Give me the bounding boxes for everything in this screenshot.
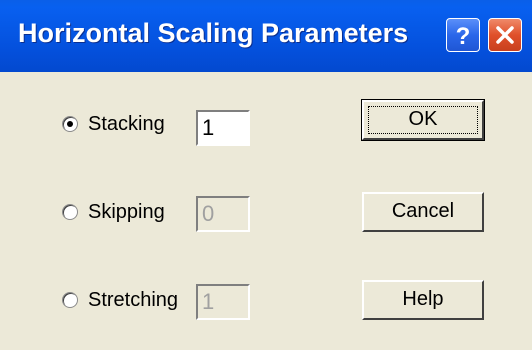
title-bar[interactable]: Horizontal Scaling Parameters ? [0, 0, 532, 72]
title-help-button[interactable]: ? [446, 18, 480, 52]
cancel-button[interactable]: Cancel [362, 192, 484, 232]
help-button-label: Help [402, 288, 444, 310]
stretching-input[interactable] [196, 284, 250, 320]
title-close-button[interactable] [488, 18, 522, 52]
label-skipping: Skipping [88, 201, 165, 223]
radio-stacking[interactable] [62, 116, 78, 132]
stacking-input[interactable] [196, 110, 250, 146]
radio-skipping[interactable] [62, 204, 78, 220]
svg-text:?: ? [456, 23, 471, 50]
label-stretching: Stretching [88, 289, 179, 311]
ok-button[interactable]: OK [361, 99, 485, 141]
label-stacking: Stacking [88, 113, 165, 135]
cancel-button-label: Cancel [391, 200, 455, 222]
close-icon [496, 26, 514, 44]
window-title: Horizontal Scaling Parameters [18, 18, 409, 48]
dialog-window: Horizontal Scaling Parameters ? Stacking… [0, 0, 532, 350]
radio-stretching[interactable] [62, 292, 78, 308]
ok-button-label: OK [408, 108, 438, 130]
help-button[interactable]: Help [362, 280, 484, 320]
skipping-input[interactable] [196, 196, 250, 232]
question-mark-icon: ? [456, 23, 471, 50]
